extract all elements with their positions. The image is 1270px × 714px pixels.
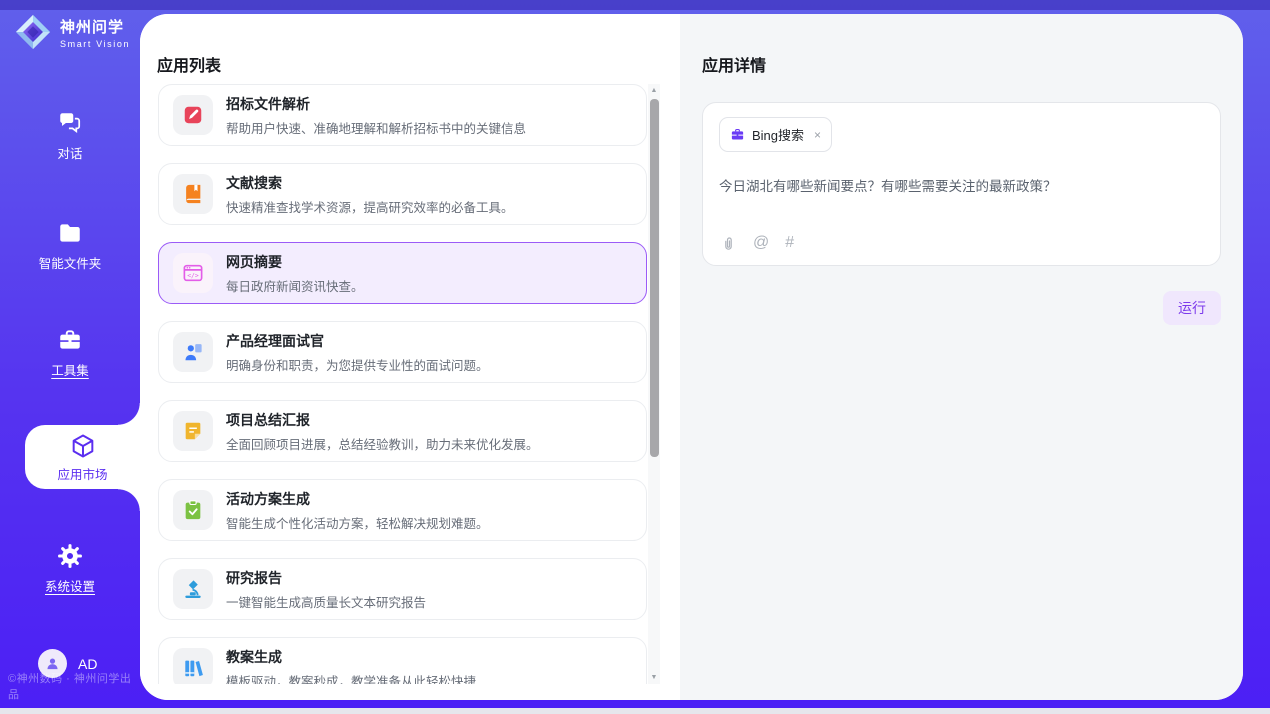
toolbox-icon xyxy=(57,327,83,353)
app-card-title: 活动方案生成 xyxy=(226,489,489,509)
scrollbar-up-arrow[interactable]: ▲ xyxy=(648,84,660,97)
chat-icon xyxy=(57,110,83,136)
microscope-icon xyxy=(182,578,204,600)
folder-icon xyxy=(57,220,83,246)
app-card-title: 项目总结汇报 xyxy=(226,410,539,430)
clipboard-check-icon xyxy=(182,499,204,521)
hash-icon[interactable]: # xyxy=(785,234,794,252)
presenter-icon xyxy=(182,341,204,363)
app-card-desc: 一键智能生成高质量长文本研究报告 xyxy=(226,592,426,611)
scrollbar-thumb[interactable] xyxy=(650,99,659,457)
app-card-title: 研究报告 xyxy=(226,568,426,588)
app-detail-title: 应用详情 xyxy=(702,52,1221,76)
composer-toolbar: @ # xyxy=(720,234,794,252)
copyright-footer: ©神州数码 · 神州问学出品 xyxy=(8,670,138,702)
app-card[interactable]: 教案生成 模板驱动，教案秒成，教学准备从此轻松快捷 xyxy=(158,637,647,684)
note-icon xyxy=(182,420,204,442)
paperclip-icon[interactable] xyxy=(720,235,737,252)
app-list-title: 应用列表 xyxy=(157,52,221,76)
book-icon xyxy=(182,183,204,205)
sidebar-item-folders[interactable]: 智能文件夹 xyxy=(0,220,140,272)
active-pill-curve-bottom xyxy=(118,489,140,511)
composer-card: Bing搜索 × 今日湖北有哪些新闻要点？有哪些需要关注的最新政策？ @ # xyxy=(702,102,1221,266)
edit-doc-icon xyxy=(182,104,204,126)
sidebar-item-label: 应用市场 xyxy=(57,464,107,483)
sidebar-item-label: 对话 xyxy=(57,143,82,162)
app-card-list: 招标文件解析 帮助用户快速、准确地理解和解析招标书中的关键信息 文献搜索 快速精… xyxy=(158,84,647,684)
scrollbar-down-arrow[interactable]: ▼ xyxy=(648,671,660,684)
briefcase-icon xyxy=(730,127,745,142)
top-strip xyxy=(0,0,1270,10)
run-button[interactable]: 运行 xyxy=(1163,291,1221,325)
app-card-title: 产品经理面试官 xyxy=(226,331,489,351)
app-card-desc: 全面回顾项目进展，总结经验教训，助力未来优化发展。 xyxy=(226,434,539,453)
app-card-desc: 每日政府新闻资讯快查。 xyxy=(226,276,364,295)
app-card-desc: 明确身份和职责，为您提供专业性的面试问题。 xyxy=(226,355,489,374)
app-detail-panel: 应用详情 Bing搜索 × 今日湖北有哪些新闻要点？有哪些需要关注的最新政策？ … xyxy=(680,14,1243,700)
app-card[interactable]: 活动方案生成 智能生成个性化活动方案，轻松解决规划难题。 xyxy=(158,479,647,541)
query-text[interactable]: 今日湖北有哪些新闻要点？有哪些需要关注的最新政策？ xyxy=(719,177,1204,197)
at-icon[interactable]: @ xyxy=(753,234,769,252)
app-card-title: 招标文件解析 xyxy=(226,94,526,114)
app-card[interactable]: 招标文件解析 帮助用户快速、准确地理解和解析招标书中的关键信息 xyxy=(158,84,647,146)
sidebar-item-label: 系统设置 xyxy=(45,576,95,595)
app-card-desc: 智能生成个性化活动方案，轻松解决规划难题。 xyxy=(226,513,489,532)
bottom-strip xyxy=(0,708,1270,714)
app-list-panel: 应用列表 招标文件解析 帮助用户快速、准确地理解和解析招标书中的关键信息 文献搜… xyxy=(140,14,680,700)
sidebar-item-chat[interactable]: 对话 xyxy=(0,110,140,162)
sidebar-item-settings[interactable]: 系统设置 xyxy=(0,543,140,595)
tool-chip-label: Bing搜索 xyxy=(752,125,804,144)
app-card-title: 文献搜索 xyxy=(226,173,514,193)
list-scrollbar[interactable]: ▲ ▼ xyxy=(648,84,660,684)
sidebar-item-label: 工具集 xyxy=(51,360,89,379)
active-pill-curve-top xyxy=(118,403,140,425)
app-card[interactable]: 研究报告 一键智能生成高质量长文本研究报告 xyxy=(158,558,647,620)
tool-chip[interactable]: Bing搜索 × xyxy=(719,117,832,152)
sidebar-item-tools[interactable]: 工具集 xyxy=(0,327,140,379)
app-card-desc: 模板驱动，教案秒成，教学准备从此轻松快捷 xyxy=(226,671,476,685)
sidebar: 神州问学 Smart Vision 对话 智能文件夹 工具集 应用市场 系统设置 xyxy=(0,0,140,714)
gear-icon xyxy=(57,543,83,569)
cube-icon xyxy=(69,432,97,460)
browser-code-icon xyxy=(182,262,204,284)
app-card[interactable]: 项目总结汇报 全面回顾项目进展，总结经验教训，助力未来优化发展。 xyxy=(158,400,647,462)
app-card-title: 网页摘要 xyxy=(226,252,364,272)
main-content: 应用列表 招标文件解析 帮助用户快速、准确地理解和解析招标书中的关键信息 文献搜… xyxy=(140,14,1243,700)
app-card[interactable]: 文献搜索 快速精准查找学术资源，提高研究效率的必备工具。 xyxy=(158,163,647,225)
app-card-title: 教案生成 xyxy=(226,647,476,667)
app-card[interactable]: 产品经理面试官 明确身份和职责，为您提供专业性的面试问题。 xyxy=(158,321,647,383)
app-card[interactable]: 网页摘要 每日政府新闻资讯快查。 xyxy=(158,242,647,304)
sidebar-nav: 对话 智能文件夹 工具集 应用市场 系统设置 xyxy=(0,0,140,714)
books-icon xyxy=(182,657,204,679)
chip-close-icon[interactable]: × xyxy=(814,128,821,142)
app-card-desc: 快速精准查找学术资源，提高研究效率的必备工具。 xyxy=(226,197,514,216)
sidebar-item-label: 智能文件夹 xyxy=(39,253,102,272)
app-card-desc: 帮助用户快速、准确地理解和解析招标书中的关键信息 xyxy=(226,118,526,137)
sidebar-item-market[interactable]: 应用市场 xyxy=(25,425,140,489)
